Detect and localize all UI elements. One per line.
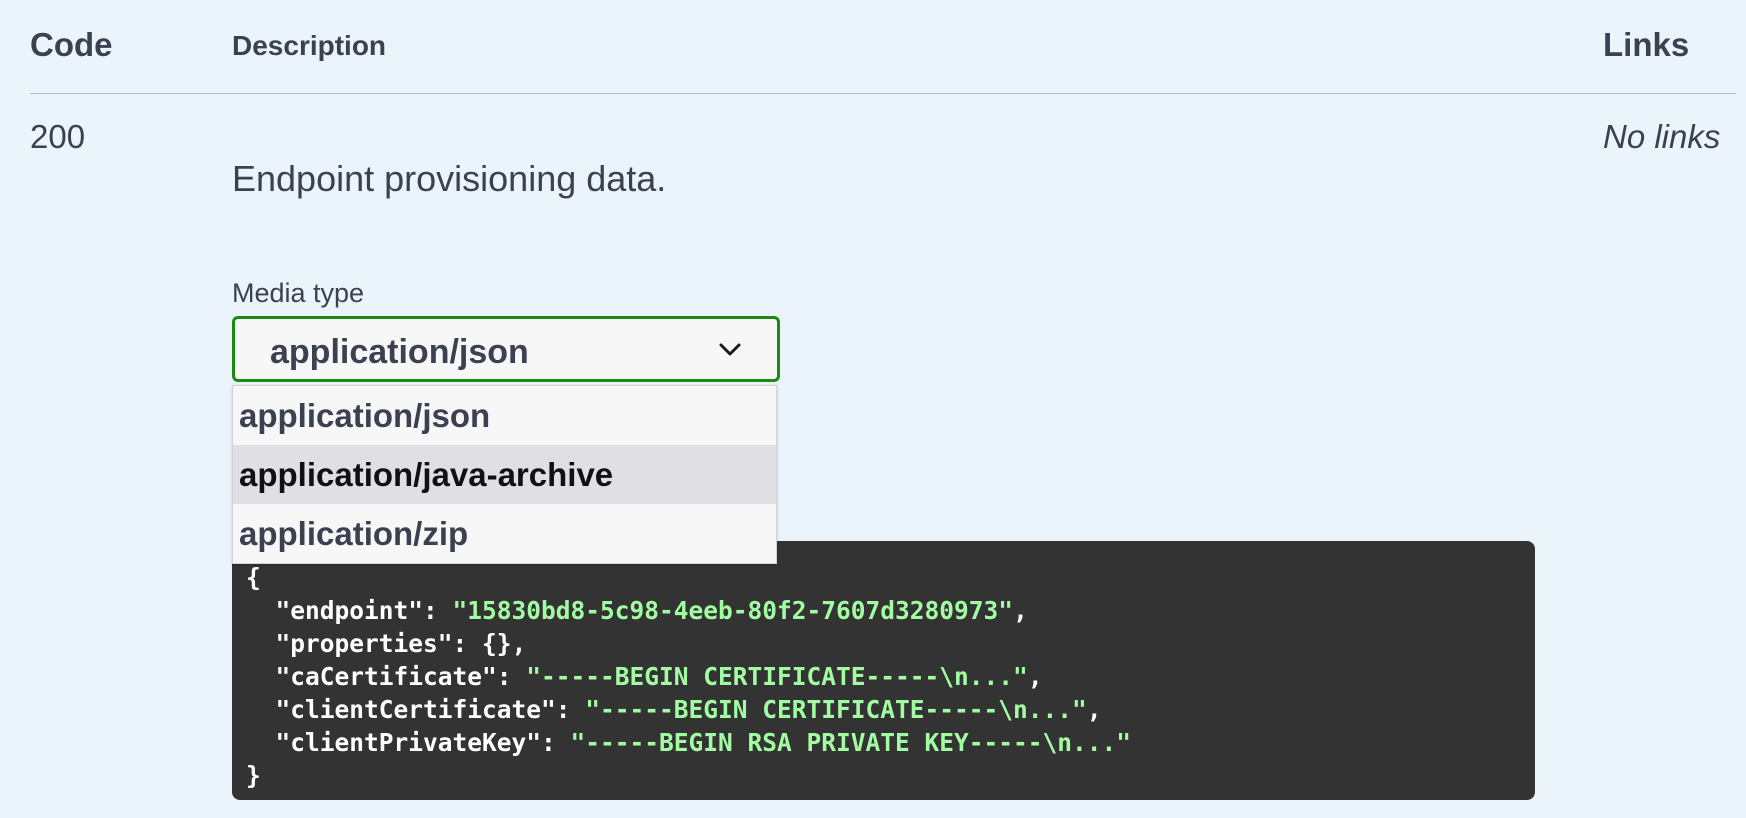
media-type-option-java-archive[interactable]: application/java-archive — [233, 445, 776, 504]
json-key: "clientCertificate" — [275, 695, 556, 724]
json-sep: : — [496, 662, 527, 691]
example-json: { "endpoint": "15830bd8-5c98-4eeb-80f2-7… — [246, 561, 1131, 792]
json-open-brace: { — [246, 563, 261, 592]
json-comma: , — [1027, 662, 1043, 691]
json-sep: : — [423, 596, 453, 625]
media-type-dropdown-list: application/json application/java-archiv… — [232, 385, 777, 564]
json-close-brace: } — [246, 761, 261, 790]
json-line: "clientPrivateKey": "-----BEGIN RSA PRIV… — [246, 728, 1132, 757]
json-sep: : — [452, 629, 483, 658]
json-value: "-----BEGIN CERTIFICATE-----\n..." — [585, 695, 1087, 724]
json-sep: : — [555, 695, 586, 724]
header-divider — [30, 93, 1736, 94]
response-code: 200 — [30, 118, 86, 155]
header-description: Description — [232, 30, 387, 61]
header-links: Links — [1603, 26, 1690, 63]
json-line: "endpoint": "15830bd8-5c98-4eeb-80f2-760… — [246, 596, 1028, 625]
json-value: {} — [482, 629, 512, 658]
json-value: "-----BEGIN CERTIFICATE-----\n..." — [526, 662, 1028, 691]
json-key: "clientPrivateKey" — [275, 728, 542, 757]
json-line: "clientCertificate": "-----BEGIN CERTIFI… — [246, 695, 1102, 724]
media-type-option-json[interactable]: application/json — [233, 386, 776, 445]
json-key: "caCertificate" — [275, 662, 497, 691]
json-comma: , — [511, 629, 527, 658]
header-code: Code — [30, 26, 113, 63]
no-links-text: No links — [1603, 118, 1721, 155]
json-line: "caCertificate": "-----BEGIN CERTIFICATE… — [246, 662, 1043, 691]
json-value: "-----BEGIN RSA PRIVATE KEY-----\n..." — [570, 728, 1132, 757]
response-description: Endpoint provisioning data. — [232, 158, 667, 199]
json-comma: , — [1013, 596, 1028, 625]
media-type-option-zip[interactable]: application/zip — [233, 504, 776, 563]
media-type-label: Media type — [232, 278, 365, 308]
json-key: "endpoint" — [275, 596, 424, 625]
example-value-code-block: { "endpoint": "15830bd8-5c98-4eeb-80f2-7… — [232, 541, 1535, 800]
chevron-down-icon — [719, 343, 741, 356]
json-key: "properties" — [275, 629, 453, 658]
media-type-select[interactable]: application/json — [232, 316, 780, 382]
json-comma: , — [1086, 695, 1102, 724]
media-type-selected-value: application/json — [270, 333, 529, 371]
json-value: "15830bd8-5c98-4eeb-80f2-7607d3280973" — [452, 596, 1014, 625]
json-sep: : — [541, 728, 571, 757]
json-line: "properties": {}, — [246, 629, 527, 658]
